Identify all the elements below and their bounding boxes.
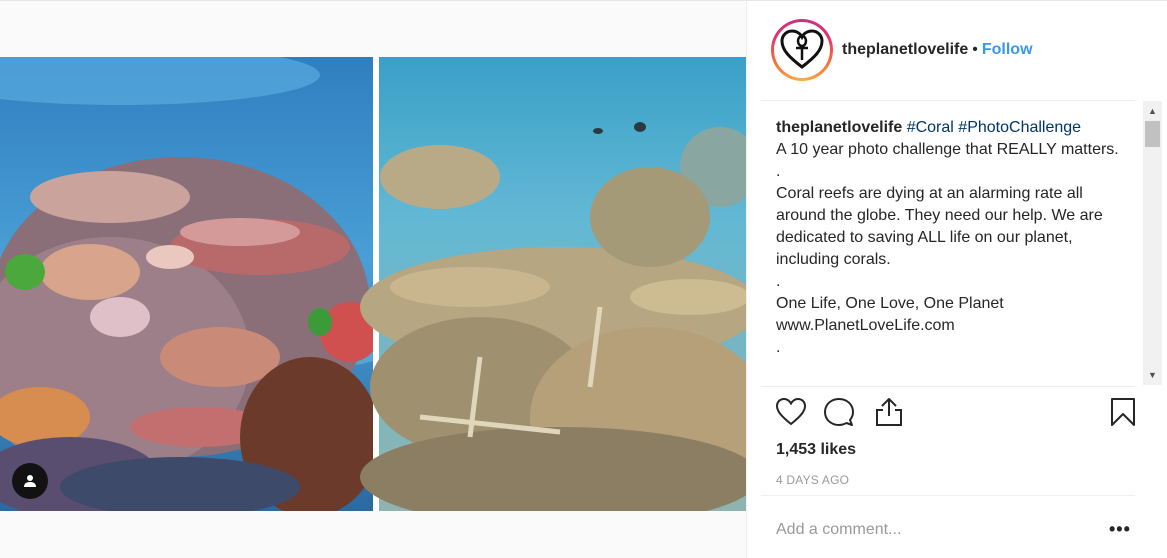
caption-link[interactable]: www.PlanetLoveLife.com [776,315,1131,337]
post-details-pane: theplanetlovelife • Follow theplanetloveli… [746,1,1167,558]
share-icon [876,398,902,426]
likes-count[interactable]: 1,453 likes [776,441,856,459]
username-link[interactable]: theplanetlovelife [842,41,968,58]
caption: theplanetlovelife #Coral #PhotoChallenge… [776,117,1131,383]
media-pane [0,1,746,558]
avatar[interactable] [771,19,833,81]
header-divider [761,100,1135,101]
caption-line: One Life, One Love, One Planet [776,295,1004,312]
separator-dot: • [972,41,978,58]
scroll-up-arrow-icon[interactable]: ▲ [1143,103,1162,119]
share-button[interactable] [873,396,905,428]
scroll-down-arrow-icon[interactable]: ▼ [1143,367,1162,383]
post-header: theplanetlovelife • Follow [747,1,1167,101]
coral-comparison-image [0,57,746,511]
post-photo[interactable] [0,57,746,511]
caption-line: A 10 year photo challenge that REALLY ma… [776,141,1119,158]
follow-button[interactable]: Follow [982,41,1033,58]
bookmark-icon [1111,398,1135,426]
caption-scrollbar[interactable]: ▲ ▼ [1143,101,1162,385]
header-text: theplanetlovelife • Follow [842,41,1033,59]
caption-line: . [776,339,781,356]
comment-button[interactable] [823,396,855,428]
ankh-heart-logo-icon [780,29,824,69]
user-icon [24,475,36,487]
more-options-button[interactable]: ••• [1109,519,1131,540]
caption-username[interactable]: theplanetlovelife [776,119,902,136]
comment-divider [761,495,1135,496]
caption-line: . [776,273,781,290]
save-button[interactable] [1107,396,1139,428]
action-bar [775,396,1137,428]
tagged-user-button[interactable] [12,463,48,499]
comment-input[interactable]: Add a comment... [776,521,1136,539]
like-button[interactable] [775,396,807,428]
caption-line: . [776,163,781,180]
comment-icon [824,398,854,426]
caption-divider [761,386,1135,387]
instagram-post-page: theplanetlovelife • Follow theplanetloveli… [0,0,1167,558]
heart-icon [775,397,807,426]
scroll-thumb[interactable] [1145,121,1160,147]
hashtag-link[interactable]: #PhotoChallenge [958,119,1081,136]
post-date[interactable]: 4 DAYS AGO [776,473,849,487]
caption-line: Coral reefs are dying at an alarming rat… [776,185,1103,268]
hashtag-link[interactable]: #Coral [907,119,954,136]
